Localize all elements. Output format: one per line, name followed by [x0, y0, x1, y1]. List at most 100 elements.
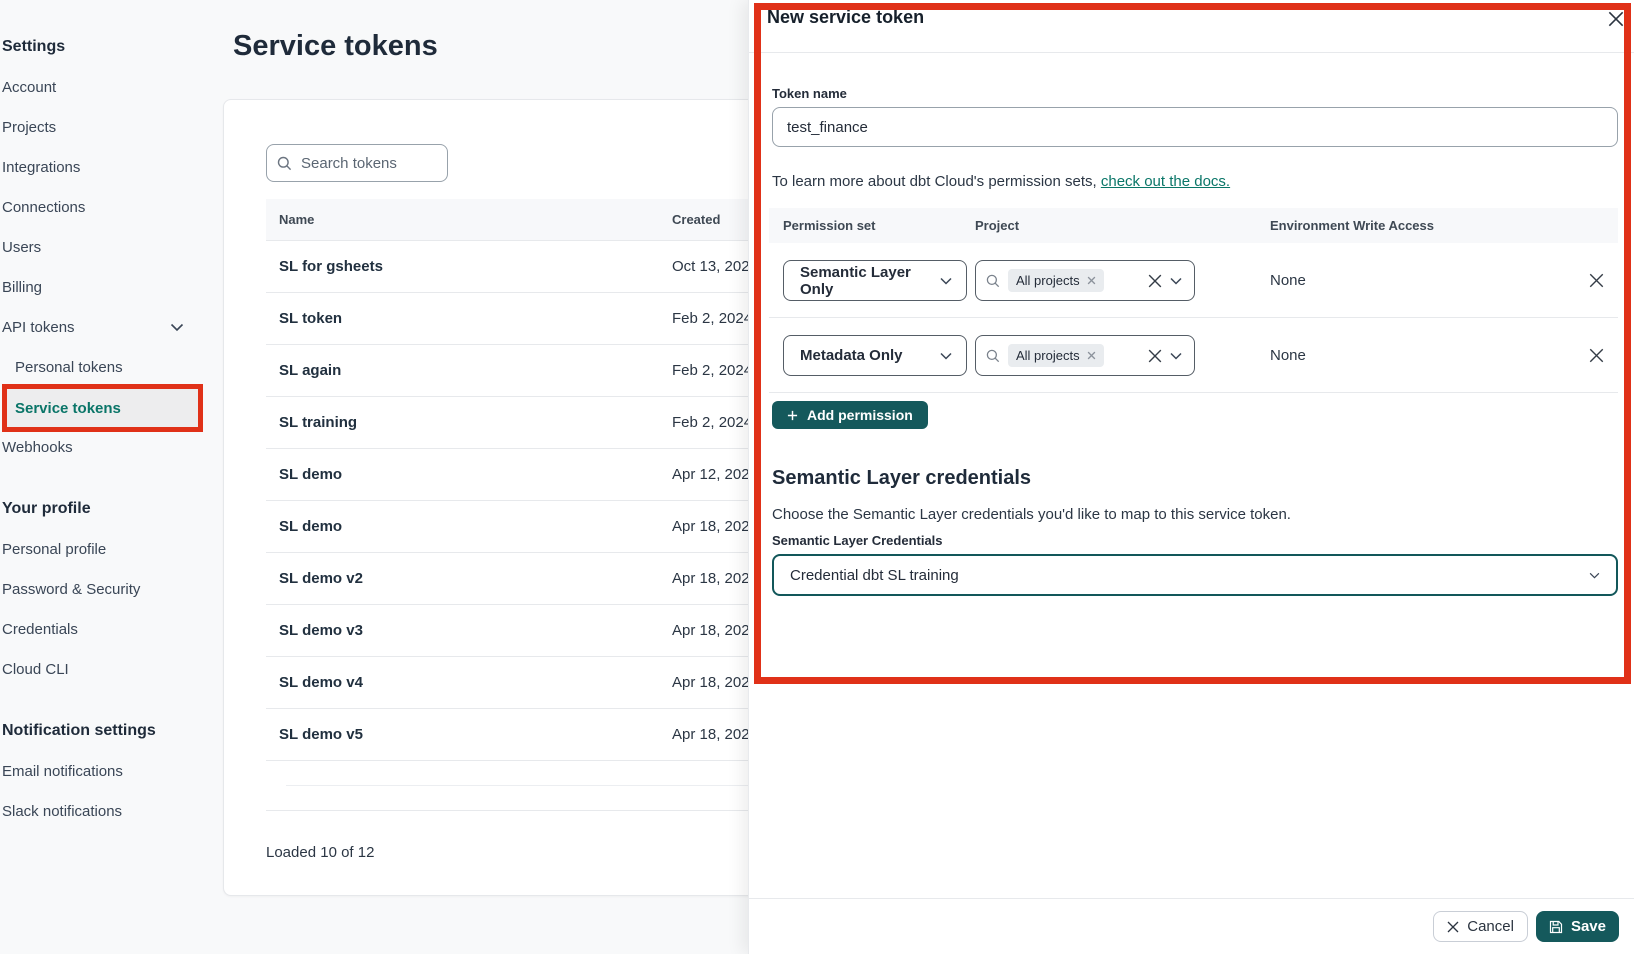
sidebar-item[interactable]: Cloud CLI — [0, 649, 210, 689]
token-name-cell: SL demo v4 — [266, 674, 672, 691]
chevron-down-icon — [1589, 572, 1600, 579]
token-name-cell: SL demo — [266, 466, 672, 483]
permission-set-value: Semantic Layer Only — [800, 264, 940, 298]
plus-icon — [787, 410, 798, 421]
project-chip: All projects — [1008, 344, 1104, 367]
add-permission-label: Add permission — [807, 407, 913, 423]
sidebar-item[interactable]: Integrations — [0, 147, 210, 187]
token-name-input[interactable] — [772, 107, 1618, 147]
project-chip-label: All projects — [1016, 348, 1080, 363]
permission-set-select[interactable]: Semantic Layer Only — [783, 260, 967, 301]
page-title: Service tokens — [233, 30, 438, 63]
permission-set-select[interactable]: Metadata Only — [783, 335, 967, 376]
sidebar-item-service-tokens[interactable]: Service tokens — [7, 389, 198, 427]
sidebar-item-api-tokens[interactable]: API tokens — [0, 307, 210, 347]
column-header-env-write-access: Environment Write Access — [1270, 218, 1574, 233]
sidebar-item-personal-tokens[interactable]: Personal tokens — [0, 347, 210, 387]
api-tokens-label: API tokens — [2, 319, 75, 336]
env-write-access-value: None — [1270, 272, 1306, 289]
permission-table: Permission set Project Environment Write… — [769, 208, 1618, 393]
sidebar-item[interactable]: Connections — [0, 187, 210, 227]
save-label: Save — [1571, 918, 1606, 935]
docs-hint-text: To learn more about dbt Cloud's permissi… — [772, 173, 1101, 190]
sidebar-item[interactable]: Slack notifications — [0, 791, 210, 831]
drawer-header: New service token — [749, 0, 1634, 53]
save-icon — [1549, 920, 1563, 934]
remove-permission-icon[interactable] — [1589, 273, 1604, 288]
drawer-body: Token name To learn more about dbt Cloud… — [749, 86, 1634, 596]
docs-link[interactable]: check out the docs. — [1101, 173, 1230, 190]
chevron-down-icon — [1170, 352, 1182, 360]
project-multiselect[interactable]: All projects — [975, 260, 1195, 301]
sidebar-main-items: Account Projects Integrations Connection… — [0, 67, 210, 307]
permission-rows: Semantic Layer Only — [769, 243, 1618, 393]
cancel-button[interactable]: Cancel — [1433, 911, 1528, 942]
project-chip-label: All projects — [1016, 273, 1080, 288]
clear-icon[interactable] — [1148, 274, 1162, 288]
project-chip: All projects — [1008, 269, 1104, 292]
chip-remove-icon[interactable] — [1087, 351, 1096, 360]
token-name-cell: SL demo v5 — [266, 726, 672, 743]
sidebar-item[interactable]: Users — [0, 227, 210, 267]
settings-sidebar: Settings Account Projects Integrations C… — [0, 0, 210, 954]
chevron-down-icon — [940, 277, 952, 285]
permission-row: Metadata Only — [769, 318, 1618, 393]
project-multiselect[interactable]: All projects — [975, 335, 1195, 376]
drawer-footer: Cancel Save — [749, 898, 1634, 954]
permission-set-value: Metadata Only — [800, 347, 903, 364]
docs-hint: To learn more about dbt Cloud's permissi… — [772, 173, 1618, 190]
sidebar-section-gap — [0, 467, 210, 489]
token-name-cell: SL token — [266, 310, 672, 327]
sidebar-item[interactable]: Password & Security — [0, 569, 210, 609]
cancel-label: Cancel — [1467, 918, 1514, 935]
sidebar-item-webhooks[interactable]: Webhooks — [0, 427, 210, 467]
chip-remove-icon[interactable] — [1087, 276, 1096, 285]
semantic-layer-credentials-label: Semantic Layer Credentials — [772, 533, 1618, 548]
sidebar-item[interactable]: Account — [0, 67, 210, 107]
sidebar-item[interactable]: Credentials — [0, 609, 210, 649]
semantic-layer-credentials-select[interactable]: Credential dbt SL training — [772, 554, 1618, 596]
sidebar-item[interactable]: Email notifications — [0, 751, 210, 791]
sidebar-item[interactable]: Personal profile — [0, 529, 210, 569]
search-icon — [277, 156, 292, 171]
search-icon — [986, 274, 1000, 288]
your-profile-heading: Your profile — [0, 489, 210, 529]
credentials-select-value: Credential dbt SL training — [790, 567, 959, 584]
sidebar-notification-items: Email notifications Slack notifications — [0, 751, 210, 831]
semantic-layer-credentials-description: Choose the Semantic Layer credentials yo… — [772, 506, 1618, 523]
search-icon — [986, 349, 1000, 363]
service-tokens-label: Service tokens — [15, 400, 121, 417]
close-icon[interactable] — [1605, 8, 1627, 30]
new-service-token-drawer: New service token Token name To learn mo… — [748, 0, 1634, 954]
semantic-layer-credentials-heading: Semantic Layer credentials — [772, 467, 1618, 490]
sidebar-profile-items: Personal profile Password & Security Cre… — [0, 529, 210, 689]
clear-icon[interactable] — [1148, 349, 1162, 363]
chevron-down-icon — [170, 323, 184, 332]
sidebar-item[interactable]: Projects — [0, 107, 210, 147]
column-header-name: Name — [266, 212, 672, 227]
token-name-cell: SL demo — [266, 518, 672, 535]
settings-heading: Settings — [0, 27, 210, 67]
search-input[interactable] — [301, 155, 431, 172]
notification-settings-heading: Notification settings — [0, 711, 210, 751]
drawer-title: New service token — [767, 7, 1618, 28]
search-tokens-field — [266, 144, 448, 182]
token-name-cell: SL demo v2 — [266, 570, 672, 587]
chevron-down-icon — [1170, 277, 1182, 285]
save-button[interactable]: Save — [1536, 911, 1619, 942]
token-name-label: Token name — [772, 86, 1618, 101]
column-header-project: Project — [975, 218, 1270, 233]
token-name-cell: SL for gsheets — [266, 258, 672, 275]
chevron-down-icon — [940, 352, 952, 360]
add-permission-button[interactable]: Add permission — [772, 401, 928, 429]
token-name-cell: SL demo v3 — [266, 622, 672, 639]
remove-permission-icon[interactable] — [1589, 348, 1604, 363]
permission-row: Semantic Layer Only — [769, 243, 1618, 318]
close-icon — [1447, 921, 1459, 933]
token-name-cell: SL again — [266, 362, 672, 379]
permission-table-header: Permission set Project Environment Write… — [769, 208, 1618, 243]
env-write-access-value: None — [1270, 347, 1306, 364]
token-name-cell: SL training — [266, 414, 672, 431]
sidebar-item[interactable]: Billing — [0, 267, 210, 307]
column-header-permission-set: Permission set — [769, 218, 975, 233]
